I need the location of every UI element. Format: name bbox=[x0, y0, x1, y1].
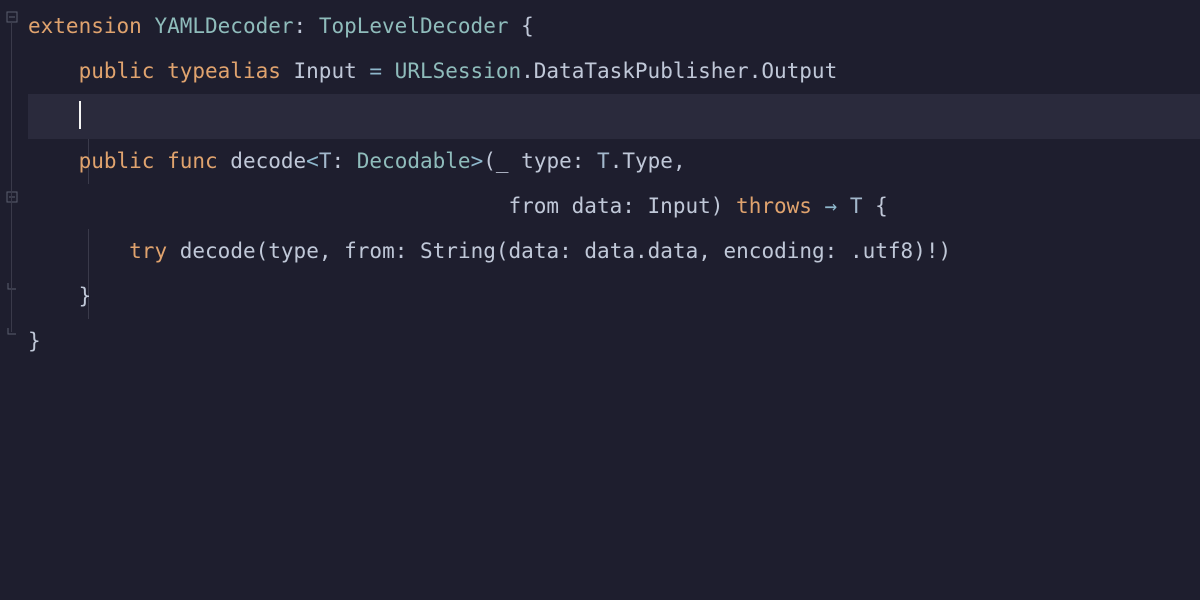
text-cursor bbox=[79, 101, 81, 129]
brace-open: { bbox=[863, 194, 888, 218]
fold-marker-icon[interactable] bbox=[5, 10, 19, 24]
keyword-throws: throws bbox=[736, 194, 812, 218]
arg-label: encoding bbox=[724, 239, 825, 263]
fold-marker-icon[interactable] bbox=[5, 190, 19, 204]
property: data bbox=[648, 239, 699, 263]
brace-close: } bbox=[79, 284, 92, 308]
arrow: → bbox=[812, 194, 850, 218]
brace-close: } bbox=[28, 329, 41, 353]
code-line-current[interactable] bbox=[28, 94, 1200, 139]
type-name: String bbox=[420, 239, 496, 263]
type-name: Input bbox=[294, 59, 357, 83]
type-name: Input bbox=[648, 194, 711, 218]
code-area[interactable]: extension YAMLDecoder: TopLevelDecoder {… bbox=[28, 4, 1200, 364]
param-name: type bbox=[521, 149, 572, 173]
type-name: DataTaskPublisher bbox=[534, 59, 749, 83]
equals: = bbox=[357, 59, 395, 83]
type-name: Decodable bbox=[357, 149, 471, 173]
keyword-extension: extension bbox=[28, 14, 142, 38]
return-type: T bbox=[850, 194, 863, 218]
fold-end-icon bbox=[5, 280, 19, 294]
code-line[interactable]: } bbox=[28, 274, 1200, 319]
arg-label: from bbox=[508, 194, 571, 218]
arg-label: from bbox=[344, 239, 395, 263]
function-name: decode bbox=[230, 149, 306, 173]
type-name: URLSession bbox=[395, 59, 521, 83]
code-line[interactable]: public typealias Input = URLSession.Data… bbox=[28, 49, 1200, 94]
keyword-func: func bbox=[154, 149, 230, 173]
function-call: decode bbox=[180, 239, 256, 263]
keyword-try: try bbox=[129, 239, 167, 263]
keyword-public: public bbox=[79, 59, 155, 83]
code-line[interactable]: public func decode<T: Decodable>(_ type:… bbox=[28, 139, 1200, 184]
code-line[interactable]: } bbox=[28, 319, 1200, 364]
colon: : bbox=[294, 14, 319, 38]
generic-type: T bbox=[319, 149, 332, 173]
type-name: Output bbox=[761, 59, 837, 83]
code-editor[interactable]: extension YAMLDecoder: TopLevelDecoder {… bbox=[0, 0, 1200, 600]
type-name: YAMLDecoder bbox=[154, 14, 293, 38]
type-name: TopLevelDecoder bbox=[319, 14, 509, 38]
param-name: data bbox=[572, 194, 623, 218]
code-line[interactable]: from data: Input) throws → T { bbox=[28, 184, 1200, 229]
gutter-guide bbox=[11, 22, 12, 332]
code-line[interactable]: try decode(type, from: String(data: data… bbox=[28, 229, 1200, 274]
brace-open: { bbox=[508, 14, 533, 38]
enum-case: utf8 bbox=[863, 239, 914, 263]
keyword-public: public bbox=[79, 149, 155, 173]
keyword-typealias: typealias bbox=[154, 59, 293, 83]
fold-end-icon bbox=[5, 325, 19, 339]
gutter bbox=[0, 0, 24, 600]
arg-label: data bbox=[509, 239, 560, 263]
code-line[interactable]: extension YAMLDecoder: TopLevelDecoder { bbox=[28, 4, 1200, 49]
